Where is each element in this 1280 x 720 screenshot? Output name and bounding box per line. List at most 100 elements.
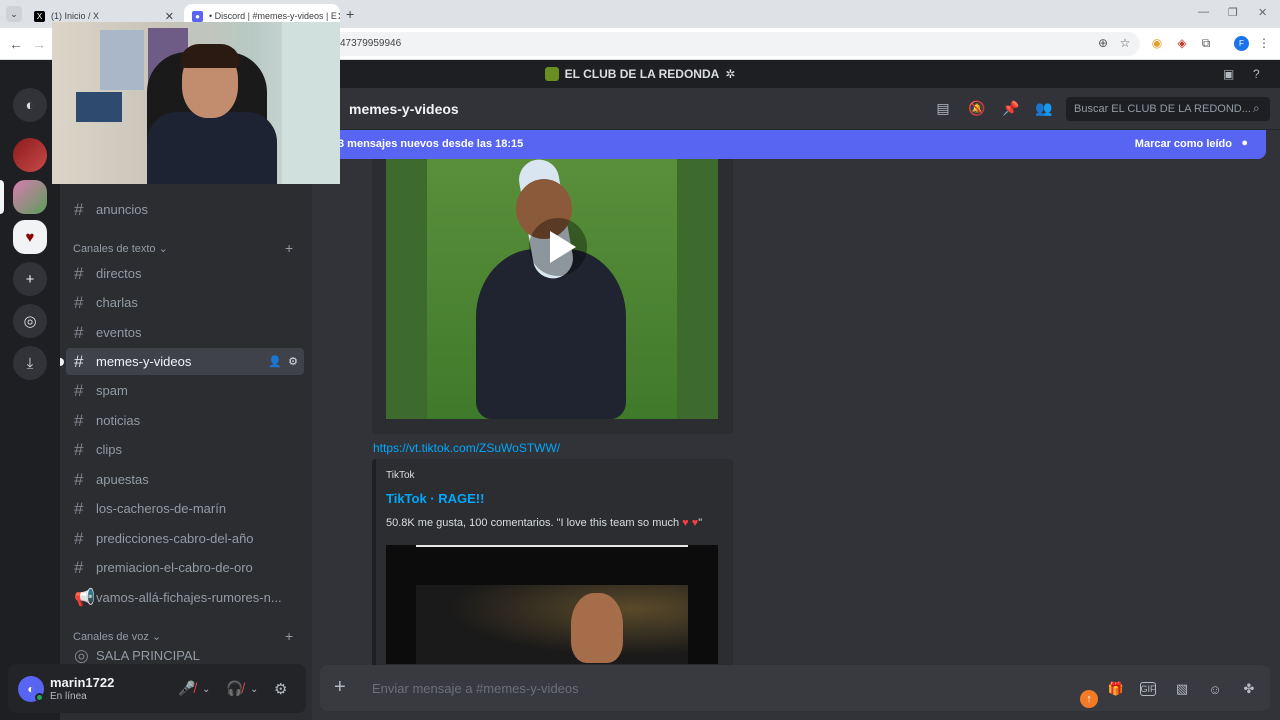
hash-icon: # bbox=[74, 469, 84, 489]
user-status: En línea bbox=[50, 691, 87, 702]
channel-title: memes-y-videos bbox=[349, 101, 459, 117]
channel-label: memes-y-videos bbox=[96, 354, 192, 369]
channel-memes-y-videos[interactable]: # memes-y-videos 👤 ⚙ bbox=[66, 348, 304, 375]
channel-directos[interactable]: # directos bbox=[66, 260, 304, 287]
channel-charlas[interactable]: # charlas bbox=[66, 289, 304, 316]
username[interactable]: marin1722 bbox=[50, 675, 114, 690]
threads-icon[interactable]: ▤ bbox=[935, 100, 951, 116]
download-icon[interactable]: ⤓ bbox=[13, 346, 47, 380]
explore-icon[interactable]: ◎ bbox=[13, 304, 47, 338]
back-icon[interactable]: ← bbox=[9, 36, 23, 52]
embed-provider[interactable]: TikTok bbox=[386, 470, 415, 481]
category-text[interactable]: Canales de texto ⌄ bbox=[73, 242, 168, 255]
play-icon[interactable] bbox=[529, 218, 587, 276]
tab-search-button[interactable]: ⌄ bbox=[6, 6, 22, 22]
help-icon[interactable]: ? bbox=[1253, 67, 1267, 81]
restore-icon[interactable]: ❐ bbox=[1228, 6, 1238, 19]
heart-icon: ♥ ♥ bbox=[682, 517, 699, 529]
pin-icon[interactable]: 📌 bbox=[1002, 100, 1019, 116]
channel-vamos-alla[interactable]: 📢 vamos-allá-fichajes-rumores-n... bbox=[66, 584, 304, 611]
channel-label: directos bbox=[96, 266, 142, 281]
channel-los-cacheros[interactable]: # los-cacheros-de-marín bbox=[66, 495, 304, 522]
embed-title[interactable]: TikTok · RAGE!! bbox=[386, 491, 484, 506]
curtain-image bbox=[282, 22, 340, 184]
menu-icon[interactable]: ⋮ bbox=[1257, 36, 1271, 50]
discord-icon[interactable]: ◐ bbox=[13, 88, 47, 122]
search-input[interactable]: Buscar EL CLUB DE LA REDOND... bbox=[1066, 97, 1270, 121]
server-avatar[interactable] bbox=[13, 138, 47, 172]
new-tab-icon[interactable]: + bbox=[346, 6, 354, 22]
close-tab-icon[interactable]: ✕ bbox=[165, 10, 174, 23]
verified-gear-icon: ✲ bbox=[725, 67, 736, 81]
gift-icon[interactable]: 🎁 bbox=[1107, 680, 1125, 698]
new-messages-bar[interactable]: 3 mensajes nuevos desde las 18:15 Marcar… bbox=[312, 130, 1266, 159]
hash-icon: # bbox=[74, 292, 84, 312]
embed-description-text: 50.8K me gusta, 100 comentarios. "I love… bbox=[386, 517, 683, 529]
extensions-puzzle-icon[interactable]: ⧉ bbox=[1199, 36, 1213, 50]
channel-spam[interactable]: # spam bbox=[66, 377, 304, 404]
extension-icon[interactable]: ◉ bbox=[1150, 36, 1164, 50]
tiktok-video-thumbnail[interactable] bbox=[386, 545, 718, 664]
channel-apuestas[interactable]: # apuestas bbox=[66, 466, 304, 493]
minimize-icon[interactable]: — bbox=[1198, 6, 1209, 18]
members-icon[interactable]: 👥 bbox=[1035, 100, 1052, 116]
channel-label: eventos bbox=[96, 325, 142, 340]
channel-clips[interactable]: # clips bbox=[66, 436, 304, 463]
message-input[interactable]: Enviar mensaje a #memes-y-videos bbox=[372, 681, 579, 696]
add-channel-icon[interactable]: + bbox=[285, 240, 293, 256]
profile-avatar[interactable]: F bbox=[1234, 36, 1249, 51]
invite-icon[interactable]: 👤 bbox=[268, 355, 282, 368]
channel-anuncios[interactable]: # anuncios bbox=[66, 196, 304, 223]
hash-icon: # bbox=[74, 528, 84, 548]
channel-noticias[interactable]: # noticias bbox=[66, 407, 304, 434]
hash-icon: # bbox=[74, 263, 84, 283]
bookmark-star-icon[interactable]: ☆ bbox=[1118, 36, 1132, 50]
speaker-icon: ◎ bbox=[74, 647, 89, 664]
hash-icon: # bbox=[74, 380, 84, 400]
extension-icon[interactable]: ◈ bbox=[1175, 36, 1189, 50]
close-window-icon[interactable]: ✕ bbox=[1258, 6, 1267, 19]
emoji-icon[interactable]: ☺ bbox=[1206, 680, 1224, 698]
inbox-icon[interactable]: ▣ bbox=[1223, 67, 1237, 81]
sticker-icon[interactable]: ▧ bbox=[1173, 680, 1191, 698]
server-avatar[interactable]: ♥ bbox=[13, 220, 47, 254]
channel-premiacion[interactable]: # premiacion-el-cabro-de-oro bbox=[66, 554, 304, 581]
apps-icon[interactable]: ✤ bbox=[1240, 680, 1258, 698]
channel-predicciones[interactable]: # predicciones-cabro-del-año bbox=[66, 525, 304, 552]
tiktok-link[interactable]: https://vt.tiktok.com/ZSuWoSTWW/ bbox=[373, 441, 560, 455]
hash-icon: # bbox=[74, 498, 84, 518]
settings-icon[interactable]: ⚙ bbox=[288, 355, 298, 368]
channel-label: anuncios bbox=[96, 202, 149, 217]
add-server-icon[interactable]: + bbox=[13, 262, 47, 296]
forward-icon[interactable]: → bbox=[32, 36, 46, 52]
zoom-icon[interactable]: ⊕ bbox=[1096, 36, 1110, 50]
channel-label: charlas bbox=[96, 295, 138, 310]
mute-icon[interactable]: 🔕 bbox=[968, 100, 985, 116]
add-voice-channel-icon[interactable]: + bbox=[285, 628, 293, 644]
channel-eventos[interactable]: # eventos bbox=[66, 319, 304, 346]
deafen-icon[interactable]: 🎧̸ bbox=[226, 680, 243, 697]
close-tab-icon[interactable]: ✕ bbox=[337, 10, 340, 23]
chevron-down-icon[interactable]: ⌄ bbox=[202, 684, 210, 695]
attach-plus-icon[interactable]: + bbox=[334, 676, 346, 699]
x-icon: X bbox=[34, 10, 45, 22]
mic-muted-icon[interactable]: 🎤̸ bbox=[178, 680, 195, 697]
mark-read-icon: ● bbox=[1241, 137, 1248, 149]
boost-icon[interactable]: ↑ bbox=[1080, 690, 1098, 708]
chevron-down-icon[interactable]: ⌄ bbox=[250, 684, 258, 695]
channel-label: clips bbox=[96, 442, 123, 457]
server-avatar-active[interactable] bbox=[13, 180, 47, 214]
person-body-image bbox=[147, 112, 277, 184]
megaphone-icon: 📢 bbox=[74, 587, 96, 607]
category-label: Canales de voz bbox=[73, 631, 149, 643]
poster-image bbox=[100, 30, 144, 90]
video-thumbnail[interactable] bbox=[386, 159, 718, 419]
gif-icon[interactable]: GIF bbox=[1140, 682, 1156, 696]
voice-channel-sala[interactable]: ◎ SALA PRINCIPAL bbox=[66, 647, 304, 664]
mark-as-read-button[interactable]: Marcar como leído bbox=[1135, 138, 1232, 150]
user-settings-icon[interactable]: ⚙ bbox=[274, 680, 287, 698]
category-voice[interactable]: Canales de voz ⌄ bbox=[73, 630, 161, 643]
category-label: Canales de texto bbox=[73, 243, 156, 255]
tab-title: • Discord | #memes-y-videos | E bbox=[209, 11, 337, 21]
embed-description-end: " bbox=[698, 517, 703, 529]
